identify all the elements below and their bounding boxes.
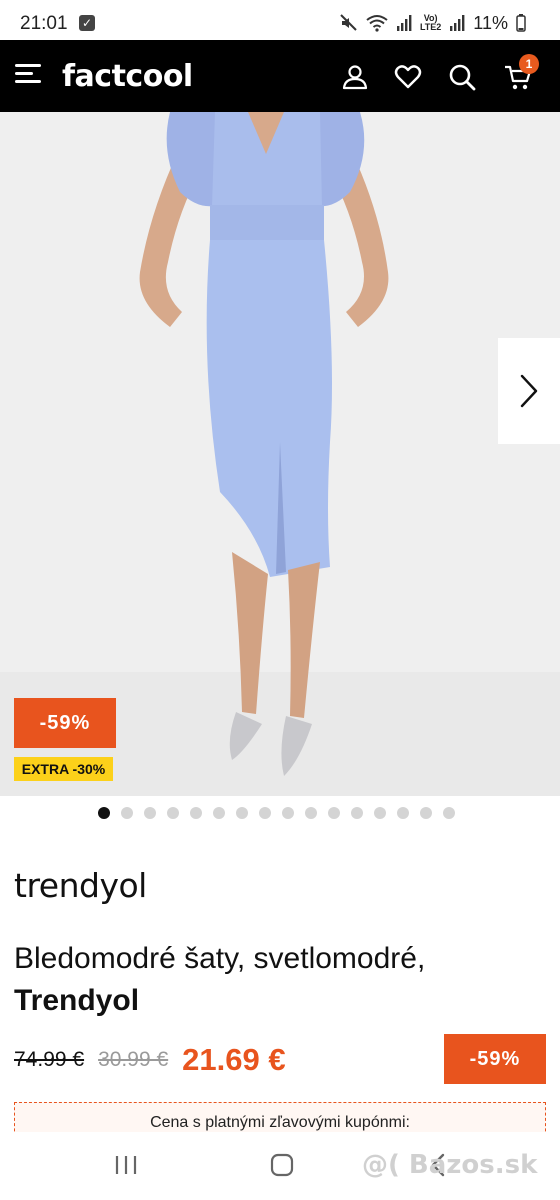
gallery-dot[interactable]: [144, 807, 156, 819]
product-title-brand: Trendyol: [14, 984, 140, 1017]
wifi-icon: [366, 15, 388, 32]
price-row: 74.99 € 30.99 € 21.69 €: [14, 1040, 286, 1080]
account-icon[interactable]: [340, 62, 370, 92]
original-price: 74.99 €: [14, 1048, 85, 1071]
status-icons: Vo) LTE2 11%: [340, 13, 526, 33]
menu-icon[interactable]: [15, 64, 41, 84]
mute-icon: [340, 14, 357, 31]
battery-level: 11%: [473, 12, 508, 33]
gallery-dot[interactable]: [351, 807, 363, 819]
gallery-dot[interactable]: [98, 807, 110, 819]
watermark: @( Bazos.sk: [362, 1150, 538, 1180]
gallery-dot[interactable]: [305, 807, 317, 819]
status-bar: 21:01 ✓ Vo) LTE2 11%: [0, 0, 560, 40]
extra-discount-badge: EXTRA -30%: [14, 757, 113, 781]
discount-badge: -59%: [14, 698, 116, 748]
heart-icon[interactable]: [393, 62, 423, 92]
product-title: Bledomodré šaty, svetlomodré, Trendyol: [14, 938, 544, 1022]
gallery-dot[interactable]: [121, 807, 133, 819]
gallery-dot[interactable]: [282, 807, 294, 819]
chevron-right-icon: [520, 374, 538, 408]
status-time: 21:01: [20, 13, 68, 34]
site-header: factcool 1: [0, 40, 560, 112]
gallery-dot[interactable]: [213, 807, 225, 819]
previous-price: 30.99 €: [98, 1048, 169, 1071]
gallery-next-button[interactable]: [498, 338, 560, 444]
search-icon[interactable]: [447, 62, 477, 92]
gallery-dot[interactable]: [190, 807, 202, 819]
lte-indicator: Vo) LTE2: [419, 13, 442, 32]
cart-count-badge: 1: [519, 54, 539, 74]
product-title-text: Bledomodré šaty, svetlomodré,: [14, 942, 426, 975]
gallery-dot[interactable]: [420, 807, 432, 819]
product-image-gallery[interactable]: -59% EXTRA -30%: [0, 112, 560, 796]
recent-apps-icon[interactable]: [113, 1150, 139, 1180]
gallery-dot[interactable]: [374, 807, 386, 819]
gallery-dot[interactable]: [236, 807, 248, 819]
gallery-dot[interactable]: [328, 807, 340, 819]
gallery-pagination: [98, 807, 455, 819]
home-icon[interactable]: [269, 1150, 295, 1180]
signal-2-icon: [450, 15, 465, 31]
notification-check-icon: ✓: [79, 15, 95, 31]
gallery-dot[interactable]: [167, 807, 179, 819]
site-logo[interactable]: factcool: [62, 59, 193, 94]
gallery-dot[interactable]: [259, 807, 271, 819]
gallery-dot[interactable]: [397, 807, 409, 819]
signal-icon: [396, 15, 412, 31]
price-discount-badge: -59%: [444, 1034, 546, 1084]
brand-logo[interactable]: trendyol: [14, 866, 147, 905]
gallery-dot[interactable]: [443, 807, 455, 819]
coupon-text: Cena s platnými zľavovými kupónmi:: [150, 1114, 410, 1131]
current-price: 21.69 €: [182, 1042, 286, 1077]
cart-button[interactable]: 1: [503, 54, 539, 92]
battery-icon: [516, 14, 526, 32]
product-photo: [0, 112, 560, 796]
